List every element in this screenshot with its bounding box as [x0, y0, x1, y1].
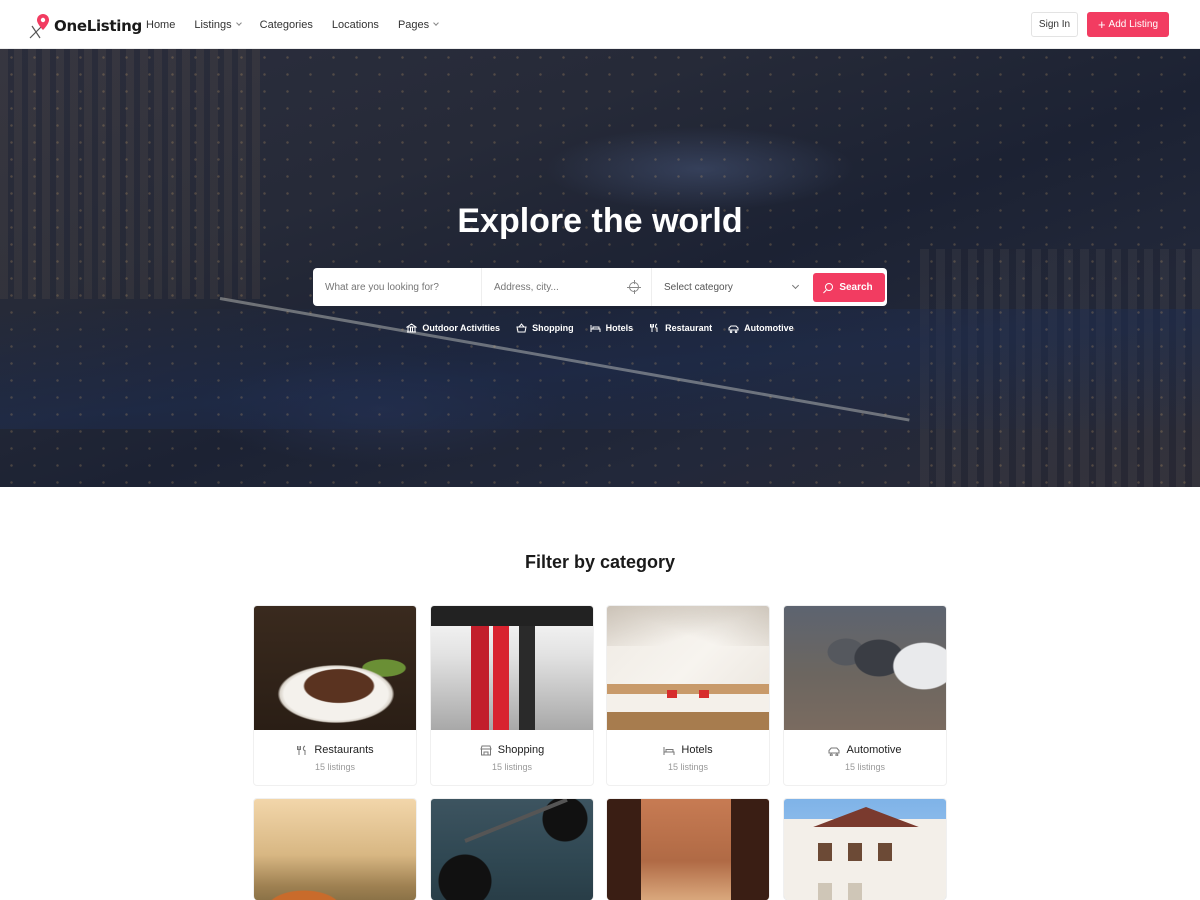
- category-image: [254, 799, 416, 900]
- chevron-down-icon: [235, 20, 242, 26]
- chevron-down-icon: [791, 281, 800, 290]
- search-bar: Select category Search: [313, 268, 887, 306]
- cutlery-icon: [297, 745, 306, 755]
- nav-pages-label: Pages: [397, 18, 430, 31]
- nav-home[interactable]: Home: [146, 19, 175, 31]
- category-card[interactable]: [783, 798, 947, 900]
- category-image: [607, 799, 769, 900]
- quick-category-hotels[interactable]: Hotels: [590, 323, 634, 333]
- category-image: [784, 606, 946, 730]
- quick-category-label: Automotive: [744, 323, 794, 333]
- search-button[interactable]: Search: [813, 272, 885, 302]
- category-count: 15 listings: [667, 762, 709, 772]
- category-card-automotive[interactable]: Automotive 15 listings: [783, 605, 947, 786]
- add-listing-label: Add Listing: [1108, 19, 1159, 30]
- category-image: [784, 799, 946, 900]
- quick-category-label: Restaurant: [665, 323, 713, 333]
- nav-categories-label: Categories: [259, 18, 313, 31]
- category-card[interactable]: [430, 798, 594, 900]
- category-label: Automotive: [784, 744, 946, 756]
- bed-icon: [663, 746, 675, 755]
- keyword-input[interactable]: [325, 281, 455, 293]
- category-label: Shopping: [431, 744, 593, 756]
- shop-icon: [480, 745, 492, 755]
- category-card-hotels[interactable]: Hotels 15 listings: [606, 605, 770, 786]
- add-listing-button[interactable]: + Add Listing: [1087, 12, 1169, 37]
- category-name: Automotive: [846, 744, 902, 756]
- category-image: [254, 606, 416, 730]
- category-count: 15 listings: [844, 762, 886, 772]
- nav-listings[interactable]: Listings: [194, 18, 242, 31]
- category-name: Shopping: [497, 744, 545, 756]
- category-count: 15 listings: [314, 762, 356, 772]
- quick-categories: Outdoor Activities Shopping Hotels Resta…: [0, 323, 1200, 333]
- address-field: [482, 268, 652, 306]
- cutlery-icon: [650, 323, 658, 332]
- chevron-down-icon: [433, 20, 439, 26]
- nav-home-label: Home: [146, 18, 176, 31]
- category-card[interactable]: [253, 798, 417, 900]
- category-card[interactable]: [606, 798, 770, 900]
- category-card-shopping[interactable]: Shopping 15 listings: [430, 605, 594, 786]
- quick-category-label: Outdoor Activities: [422, 323, 501, 333]
- bed-icon: [590, 325, 601, 332]
- hero-title: Explore the world: [457, 202, 743, 240]
- locate-icon[interactable]: [627, 280, 641, 294]
- quick-category-automotive[interactable]: Automotive: [728, 323, 794, 333]
- plus-icon: +: [1097, 16, 1106, 32]
- quick-category-outdoor[interactable]: Outdoor Activities: [406, 323, 500, 333]
- category-image: [431, 799, 593, 900]
- category-count: 15 listings: [491, 762, 533, 772]
- section-title: Filter by category: [524, 552, 676, 572]
- quick-category-shopping[interactable]: Shopping: [516, 323, 574, 333]
- category-label: Hotels: [607, 744, 769, 756]
- nav-locations-label: Locations: [331, 18, 379, 31]
- category-select-value: Select category: [664, 281, 733, 293]
- category-image: [607, 606, 769, 730]
- nav-pages[interactable]: Pages: [397, 18, 439, 31]
- logo[interactable]: OneListing: [28, 12, 142, 40]
- quick-category-label: Hotels: [605, 323, 634, 333]
- nav-categories[interactable]: Categories: [260, 19, 313, 31]
- navbar: OneListing Home Listings Categories Loca…: [0, 0, 1200, 49]
- map-pin-icon: [29, 14, 49, 39]
- keyword-field: [313, 268, 482, 306]
- logo-text: OneListing: [54, 17, 142, 35]
- quick-category-restaurant[interactable]: Restaurant: [649, 323, 712, 333]
- basket-icon: [516, 323, 527, 333]
- nav-locations[interactable]: Locations: [332, 19, 379, 31]
- category-select[interactable]: Select category: [652, 268, 810, 306]
- bank-icon: [406, 323, 418, 333]
- sign-in-button[interactable]: Sign In: [1031, 12, 1078, 37]
- category-image: [431, 606, 593, 730]
- category-name: Hotels: [681, 744, 713, 756]
- search-button-label: Search: [839, 281, 873, 293]
- address-input[interactable]: [494, 281, 624, 293]
- category-name: Restaurants: [314, 744, 374, 756]
- quick-category-label: Shopping: [532, 323, 574, 333]
- search-icon: [825, 283, 834, 291]
- nav-listings-label: Listings: [194, 18, 232, 31]
- main-nav: Home Listings Categories Locations Pages: [146, 0, 457, 49]
- category-label: Restaurants: [254, 744, 416, 756]
- car-icon: [828, 747, 840, 756]
- car-icon: [728, 325, 739, 333]
- category-card-restaurants[interactable]: Restaurants 15 listings: [253, 605, 417, 786]
- hero-section: Explore the world Select category Search…: [0, 49, 1200, 487]
